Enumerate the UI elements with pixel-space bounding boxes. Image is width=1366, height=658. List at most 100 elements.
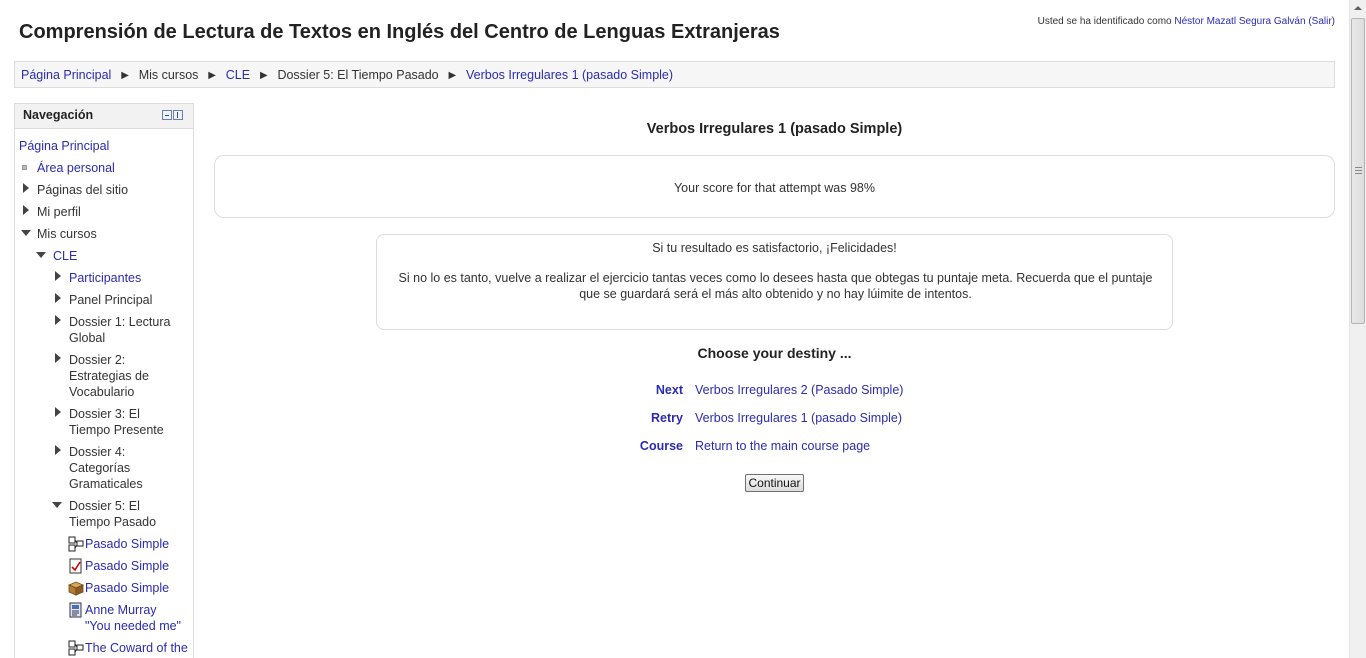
activity-link[interactable]: Anne Murray "You needed me" (85, 602, 181, 634)
nav-item-main-panel[interactable]: Panel Principal (69, 292, 152, 308)
destination-label: Next (655, 383, 683, 397)
breadcrumb-separator: ► (257, 68, 270, 82)
dossier-4-line: Categorías (69, 461, 131, 475)
destination-label: Retry (651, 411, 683, 425)
page-icon (69, 602, 82, 618)
destination-label: Course (639, 439, 683, 453)
breadcrumb-separator: ► (446, 68, 459, 82)
nav-home-link[interactable]: Página Principal (19, 139, 109, 153)
nav-activity-1[interactable]: Pasado Simple (85, 536, 169, 552)
destination-row-next: Next Verbos Irregulares 2 (Pasado Simple… (214, 383, 1335, 401)
nav-item-dossier-2[interactable]: Dossier 2: Estrategias de Vocabulario (69, 352, 149, 400)
activity-link[interactable]: Pasado Simple (85, 537, 169, 551)
expand-icon[interactable] (55, 315, 61, 325)
collapse-block-icon[interactable] (162, 110, 172, 120)
nav-item-dossier-3[interactable]: Dossier 3: El Tiempo Presente (69, 406, 164, 438)
nav-activity-3[interactable]: Pasado Simple (85, 580, 169, 596)
package-icon (68, 581, 84, 596)
login-info: Usted se ha identificado como Néstor Maz… (1038, 16, 1335, 27)
breadcrumb-home[interactable]: Página Principal (21, 68, 111, 82)
nav-item-course[interactable]: CLE (53, 248, 77, 264)
destiny-heading: Choose your destiny ... (697, 345, 852, 361)
nav-activity-5[interactable]: The Coward of the (85, 640, 188, 656)
nav-item-dossier-4[interactable]: Dossier 4: Categorías Gramaticales (69, 444, 143, 492)
next-activity-link[interactable]: Verbos Irregulares 2 (Pasado Simple) (695, 383, 903, 397)
dossier-5-line: Tiempo Pasado (69, 515, 157, 529)
login-prefix: Usted se ha identificado como (1037, 16, 1172, 27)
nav-personal-area-link[interactable]: Área personal (37, 161, 115, 175)
collapse-icon[interactable] (52, 502, 62, 508)
breadcrumb-section: Dossier 5: El Tiempo Pasado (277, 68, 439, 82)
nav-item-dossier-5[interactable]: Dossier 5: El Tiempo Pasado (69, 498, 156, 530)
retry-activity-link[interactable]: Verbos Irregulares 1 (pasado Simple) (695, 411, 902, 425)
nav-participants-link[interactable]: Participantes (69, 271, 141, 285)
grip-icon (1355, 167, 1362, 174)
breadcrumb-activity[interactable]: Verbos Irregulares 1 (pasado Simple) (466, 68, 673, 82)
scroll-up-arrow-icon[interactable] (1350, 0, 1366, 17)
nav-item-personal-area[interactable]: Área personal (37, 160, 115, 176)
breadcrumb-separator: ► (205, 68, 219, 82)
breadcrumb-my-courses: Mis cursos (138, 68, 199, 82)
scrollbar-thumb[interactable] (1351, 18, 1365, 324)
navigation-header: Navegación (15, 104, 193, 129)
dossier-2-line: Dossier 2: (69, 353, 126, 367)
dossier-4-line: Gramaticales (69, 477, 143, 491)
dossier-1-line: Global (69, 331, 106, 345)
navigation-title: Navegación (23, 108, 94, 122)
expand-icon[interactable] (55, 271, 61, 281)
dossier-4-line: Dossier 4: (69, 445, 126, 459)
activity-link-line: Anne Murray (85, 603, 157, 617)
dossier-5-line: Dossier 5: El (69, 499, 140, 513)
nav-activity-4[interactable]: Anne Murray "You needed me" (85, 602, 181, 634)
nav-item-home[interactable]: Página Principal (19, 138, 109, 154)
vertical-scrollbar[interactable] (1349, 0, 1366, 658)
score-box: Your score for that attempt was 98% (214, 155, 1335, 218)
expand-icon[interactable] (23, 205, 29, 215)
expand-icon[interactable] (55, 407, 61, 417)
lesson-icon (68, 640, 84, 656)
nav-course-link[interactable]: CLE (53, 249, 77, 263)
collapse-icon[interactable] (21, 230, 31, 236)
breadcrumb-course[interactable]: CLE (226, 68, 250, 82)
expand-icon[interactable] (23, 183, 29, 193)
expand-icon[interactable] (55, 445, 61, 455)
dossier-2-line: Vocabulario (69, 385, 135, 399)
activity-link-line: "You needed me" (85, 619, 181, 633)
site-title: Comprensión de Lectura de Textos en Ingl… (19, 21, 780, 43)
page-header: Comprensión de Lectura de Textos en Ingl… (0, 0, 1349, 58)
nav-item-site-pages[interactable]: Páginas del sitio (37, 182, 128, 198)
page-title: Verbos Irregulares 1 (pasado Simple) (646, 121, 903, 137)
destination-row-course: Course Return to the main course page (214, 439, 1335, 457)
user-profile-link[interactable]: Néstor Mazatl Segura Galván (1174, 16, 1305, 27)
nav-item-participants[interactable]: Participantes (69, 270, 141, 286)
feedback-congrats: Si tu resultado es satisfactorio, ¡Felic… (652, 241, 897, 255)
nav-item-dossier-1[interactable]: Dossier 1: Lectura Global (69, 314, 170, 346)
collapse-icon[interactable] (36, 252, 46, 258)
course-page-link[interactable]: Return to the main course page (695, 439, 870, 453)
breadcrumb-separator: ► (118, 68, 132, 82)
dossier-2-line: Estrategias de (69, 369, 149, 383)
lesson-icon (68, 536, 84, 552)
nav-activity-2[interactable]: Pasado Simple (85, 558, 169, 574)
dossier-3-line: Tiempo Presente (69, 423, 164, 437)
bullet-icon (22, 165, 27, 170)
activity-link[interactable]: Pasado Simple (85, 581, 169, 595)
dossier-1-line: Dossier 1: Lectura (69, 315, 171, 329)
activity-link[interactable]: Pasado Simple (85, 559, 169, 573)
breadcrumb: Página Principal ► Mis cursos ► CLE ► Do… (14, 61, 1335, 88)
nav-item-my-courses[interactable]: Mis cursos (37, 226, 97, 242)
feedback-box: Si tu resultado es satisfactorio, ¡Felic… (376, 234, 1173, 330)
block-controls (162, 110, 183, 120)
feedback-instructions: Si no lo es tanto, vuelve a realizar el … (398, 271, 1153, 301)
dossier-3-line: Dossier 3: El (69, 407, 140, 421)
destination-row-retry: Retry Verbos Irregulares 1 (pasado Simpl… (214, 411, 1335, 429)
expand-icon[interactable] (55, 353, 61, 363)
nav-item-my-profile[interactable]: Mi perfil (37, 204, 81, 220)
score-text: Your score for that attempt was 98% (673, 181, 876, 195)
dock-block-icon[interactable] (173, 110, 183, 120)
continue-button[interactable]: Continuar (745, 474, 804, 492)
activity-link[interactable]: The Coward of the (85, 641, 188, 655)
quiz-icon (69, 558, 82, 574)
logout-link[interactable]: (Salir) (1308, 16, 1335, 27)
expand-icon[interactable] (55, 293, 61, 303)
